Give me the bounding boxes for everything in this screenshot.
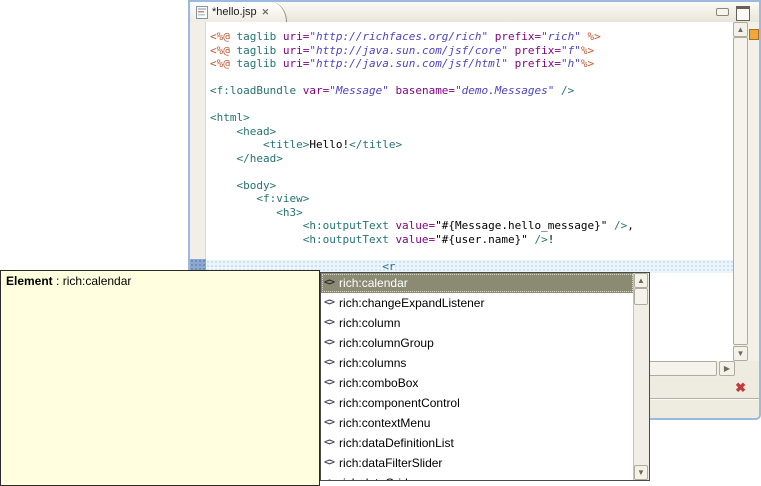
tag-icon: <> xyxy=(324,433,334,453)
tag-icon: <> xyxy=(324,293,334,313)
code-line[interactable] xyxy=(210,246,733,260)
tag-icon: <> xyxy=(324,333,334,353)
annotation-marker[interactable] xyxy=(749,29,759,40)
code-lines: <%@ taglib uri="http://richfaces.org/ric… xyxy=(206,22,733,273)
completion-item-label: rich:calendar xyxy=(339,273,408,293)
code-line[interactable]: <html> xyxy=(210,111,733,125)
completion-item-label: rich:dataDefinitionList xyxy=(339,433,454,453)
completion-item[interactable]: <>rich:contextMenu xyxy=(321,413,634,433)
code-line[interactable]: <%@ taglib uri="http://richfaces.org/ric… xyxy=(210,30,733,44)
completion-list: <>rich:calendar<>rich:changeExpandListen… xyxy=(321,273,634,480)
tag-icon: <> xyxy=(324,453,334,473)
completion-item[interactable]: <>rich:changeExpandListener xyxy=(321,293,634,313)
minimize-icon[interactable] xyxy=(716,8,729,16)
completion-item[interactable]: <> rich:dataGrid xyxy=(321,473,634,481)
code-line[interactable]: <h:outputText value="#{Message.hello_mes… xyxy=(210,219,733,233)
completion-item[interactable]: <>rich:columnGroup xyxy=(321,333,634,353)
vertical-scrollbar[interactable]: ▲ ▼ xyxy=(733,22,748,361)
popup-scroll-up-button[interactable]: ▲ xyxy=(634,273,648,288)
completion-item-label: rich:contextMenu xyxy=(339,413,430,433)
popup-scrollbar-thumb[interactable] xyxy=(634,288,648,305)
tag-icon: <> xyxy=(324,373,334,393)
completion-item-label: rich:column xyxy=(339,313,400,333)
maximize-icon[interactable] xyxy=(736,6,750,21)
jsp-file-icon xyxy=(196,6,208,19)
completion-item[interactable]: <>rich:comboBox xyxy=(321,373,634,393)
completion-item-label: rich:comboBox xyxy=(339,373,418,393)
code-line[interactable] xyxy=(210,71,733,85)
code-line[interactable] xyxy=(210,165,733,179)
tag-icon: <> xyxy=(324,393,334,413)
scroll-right-button[interactable]: ▶ xyxy=(719,361,735,376)
content-assist-popup: <>rich:calendar<>rich:changeExpandListen… xyxy=(320,272,650,481)
code-line[interactable]: <h3> xyxy=(210,206,733,220)
popup-scroll-down-button[interactable]: ▼ xyxy=(634,465,648,480)
code-line[interactable]: <%@ taglib uri="http://java.sun.com/jsf/… xyxy=(210,57,733,71)
tag-icon: <> xyxy=(324,273,334,293)
editor-tab-bar: *hello.jsp ✕ xyxy=(190,2,759,23)
code-line[interactable]: <body> xyxy=(210,179,733,193)
code-line[interactable] xyxy=(210,98,733,112)
completion-item-label: rich:componentControl xyxy=(339,393,460,413)
completion-item[interactable]: <>rich:componentControl xyxy=(321,393,634,413)
tag-icon: <> xyxy=(324,473,334,481)
tab-hello-jsp[interactable]: *hello.jsp ✕ xyxy=(191,2,287,22)
completion-item[interactable]: <>rich:columns xyxy=(321,353,634,373)
code-line[interactable]: <f:loadBundle var="Message" basename="de… xyxy=(210,84,733,98)
completion-item-label: rich:dataGrid xyxy=(339,473,408,481)
scroll-up-button[interactable]: ▲ xyxy=(733,22,748,37)
element-doc-tooltip: Element : rich:calendar xyxy=(0,270,320,486)
tooltip-value: rich:calendar xyxy=(63,274,132,288)
tab-title: *hello.jsp xyxy=(212,6,257,18)
error-close-icon[interactable]: ✖ xyxy=(735,380,746,396)
completion-item[interactable]: <>rich:dataFilterSlider xyxy=(321,453,634,473)
vertical-scrollbar-thumb[interactable] xyxy=(733,37,748,345)
tag-icon: <> xyxy=(324,413,334,433)
tooltip-label: Element xyxy=(6,274,53,288)
code-line[interactable]: <%@ taglib uri="http://java.sun.com/jsf/… xyxy=(210,44,733,58)
completion-item-label: rich:columnGroup xyxy=(339,333,434,353)
completion-item-label: rich:changeExpandListener xyxy=(339,293,484,313)
completion-item[interactable]: <>rich:calendar xyxy=(321,273,634,293)
tag-icon: <> xyxy=(324,313,334,333)
tab-close-icon[interactable]: ✕ xyxy=(261,7,271,18)
tooltip-separator: : xyxy=(53,274,63,288)
code-line[interactable]: <head> xyxy=(210,125,733,139)
completion-item-label: rich:columns xyxy=(339,353,406,373)
annotation-ruler xyxy=(748,22,759,361)
code-line[interactable]: <f:view> xyxy=(210,192,733,206)
completion-item-label: rich:dataFilterSlider xyxy=(339,453,442,473)
code-line[interactable]: <h:outputText value="#{user.name}" />! xyxy=(210,233,733,247)
scroll-down-button[interactable]: ▼ xyxy=(733,346,748,361)
popup-scrollbar[interactable]: ▲ ▼ xyxy=(633,273,649,480)
code-line[interactable]: <title>Hello!</title> xyxy=(210,138,733,152)
code-line[interactable]: </head> xyxy=(210,152,733,166)
tag-icon: <> xyxy=(324,353,334,373)
completion-item[interactable]: <>rich:dataDefinitionList xyxy=(321,433,634,453)
completion-item[interactable]: <>rich:column xyxy=(321,313,634,333)
